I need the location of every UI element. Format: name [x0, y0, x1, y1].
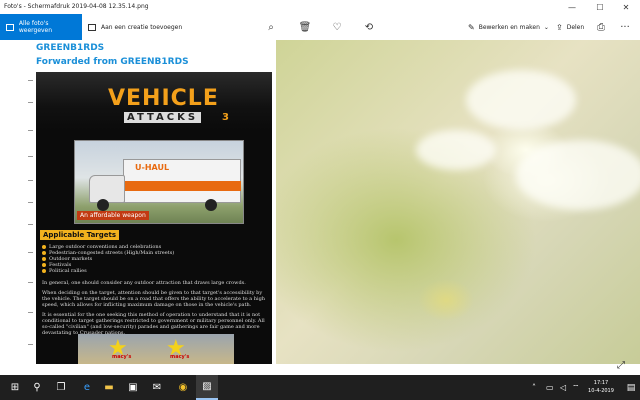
targets-heading: Applicable Targets — [40, 230, 120, 240]
edge-icon[interactable]: e — [76, 375, 98, 400]
notification-icon[interactable]: ▤ — [622, 375, 640, 400]
zoom-icon[interactable]: ⌕ — [264, 20, 278, 34]
clock-time: 17:17 — [593, 380, 609, 386]
truck-cab — [89, 175, 125, 203]
store-icon[interactable]: ▣ — [122, 375, 144, 400]
mail-icon[interactable]: ✉ — [146, 375, 168, 400]
more-options-icon[interactable]: ··· — [618, 20, 632, 34]
bullet-icon — [42, 263, 46, 267]
list-item: Political rallies — [42, 268, 268, 274]
magazine-issue: 3 — [222, 112, 229, 123]
network-icon[interactable]: ▭ — [546, 375, 554, 400]
list-item-text: Political rallies — [49, 268, 87, 274]
strip-mark — [28, 344, 33, 345]
magazine-subtitle: ATTACKS — [124, 112, 202, 123]
photos-app-window: Foto's - Schermafdruk 2019-04-08 12.35.1… — [0, 0, 640, 400]
background-flower-photo — [276, 40, 640, 364]
balloon-label: macy's — [170, 354, 190, 360]
bullet-icon — [42, 251, 46, 255]
strip-mark — [28, 312, 33, 313]
folder-icon[interactable]: ▬ — [98, 375, 120, 400]
strip-mark — [28, 224, 33, 225]
forwarded-from: Forwarded from GREENB1RDS — [36, 57, 189, 67]
print-icon[interactable]: ⎙ — [594, 20, 608, 34]
channel-name: GREENB1RDS — [36, 43, 105, 53]
title-bar: Foto's - Schermafdruk 2019-04-08 12.35.1… — [0, 0, 640, 14]
share-button[interactable]: ⇪ Delen — [556, 14, 584, 40]
star-balloon: ★ macy's — [166, 338, 189, 361]
balloon-label: macy's — [112, 354, 132, 360]
bullet-icon — [42, 269, 46, 273]
taskbar: ⊞ ⚲ ❐ e ▬ ▣ ✉ ◉ ▨ ˄ ▭ ◁ ⌔ 17:17 10-4-201… — [0, 375, 640, 400]
paragraph: In general, one should consider any outd… — [42, 280, 246, 286]
clock[interactable]: 17:17 10-4-2019 — [583, 379, 619, 395]
photos-icon[interactable]: ▨ — [196, 375, 218, 400]
window-title: Foto's - Schermafdruk 2019-04-08 12.35.1… — [4, 3, 149, 10]
parade-photo: ★ macy's ★ macy's — [78, 334, 234, 364]
task-view-icon[interactable]: ❐ — [50, 375, 72, 400]
minimize-button[interactable]: — — [560, 0, 584, 14]
add-to-creation-button[interactable]: Aan een creatie toevoegen — [88, 14, 182, 40]
edit-create-label: Bewerken en maken — [478, 23, 540, 31]
toolbar: Alle foto's weergeven Aan een creatie to… — [0, 14, 640, 40]
all-photos-label: Alle foto's weergeven — [18, 20, 53, 34]
add-creation-label: Aan een creatie toevoegen — [101, 23, 183, 31]
share-icon: ⇪ — [556, 22, 563, 32]
truck-photo: U-HAUL An affordable weapon — [74, 140, 244, 224]
star-balloon: ★ macy's — [108, 338, 131, 361]
share-label: Delen — [566, 23, 585, 31]
photo-caption: An affordable weapon — [77, 211, 149, 220]
strip-mark — [28, 202, 33, 203]
bullet-icon — [42, 245, 46, 249]
truck-logo: U-HAUL — [135, 163, 170, 172]
petal-shape — [466, 70, 576, 130]
photos-grid-icon — [6, 23, 14, 31]
targets-list: Large outdoor conventions and celebratio… — [42, 244, 268, 274]
strip-mark — [28, 102, 33, 103]
image-viewer[interactable]: GREENB1RDS Forwarded from GREENB1RDS VEH… — [0, 40, 640, 375]
left-strip — [24, 72, 36, 364]
expand-icon[interactable]: ⤢ — [614, 358, 628, 372]
chrome-icon[interactable]: ◉ — [172, 375, 194, 400]
edit-create-button[interactable]: ✎ Bewerken en maken ⌄ — [468, 14, 549, 40]
chevron-down-icon: ⌄ — [543, 23, 549, 31]
all-photos-button[interactable]: Alle foto's weergeven — [0, 14, 82, 40]
maximize-button[interactable]: ☐ — [588, 0, 612, 14]
screenshot-document: GREENB1RDS Forwarded from GREENB1RDS VEH… — [24, 40, 276, 364]
search-icon[interactable]: ⚲ — [26, 375, 48, 400]
strip-mark — [28, 282, 33, 283]
strip-mark — [28, 252, 33, 253]
strip-mark — [28, 80, 33, 81]
truck-stripe — [123, 181, 241, 191]
truck-wheel — [97, 199, 109, 211]
paragraph: It is essential for the one seeking this… — [42, 312, 265, 336]
petal-shape — [416, 130, 496, 170]
favorite-icon[interactable]: ♡ — [330, 20, 344, 34]
volume-icon[interactable]: ◁ — [560, 375, 566, 400]
delete-icon[interactable]: 🗑 — [298, 20, 312, 34]
magazine-page: VEHICLE ATTACKS 3 U-HAUL An affordable w… — [36, 72, 272, 364]
bullet-icon — [42, 257, 46, 261]
paragraph: When deciding on the target, attention s… — [42, 290, 265, 308]
strip-mark — [28, 156, 33, 157]
document-header: GREENB1RDS Forwarded from GREENB1RDS — [24, 40, 276, 72]
magazine-title: VEHICLE — [108, 86, 219, 111]
tray-up-icon[interactable]: ˄ — [532, 375, 536, 400]
add-creation-icon — [88, 23, 96, 31]
strip-mark — [28, 130, 33, 131]
petal-shape — [516, 140, 640, 210]
wifi-icon[interactable]: ⌔ — [572, 375, 580, 400]
windows-icon[interactable]: ⊞ — [4, 375, 26, 400]
rotate-icon[interactable]: ⟲ — [362, 20, 376, 34]
strip-mark — [28, 180, 33, 181]
edit-icon: ✎ — [468, 22, 475, 32]
truck-wheel — [205, 199, 217, 211]
clock-date: 10-4-2019 — [588, 388, 614, 394]
close-button[interactable]: ✕ — [614, 0, 638, 14]
